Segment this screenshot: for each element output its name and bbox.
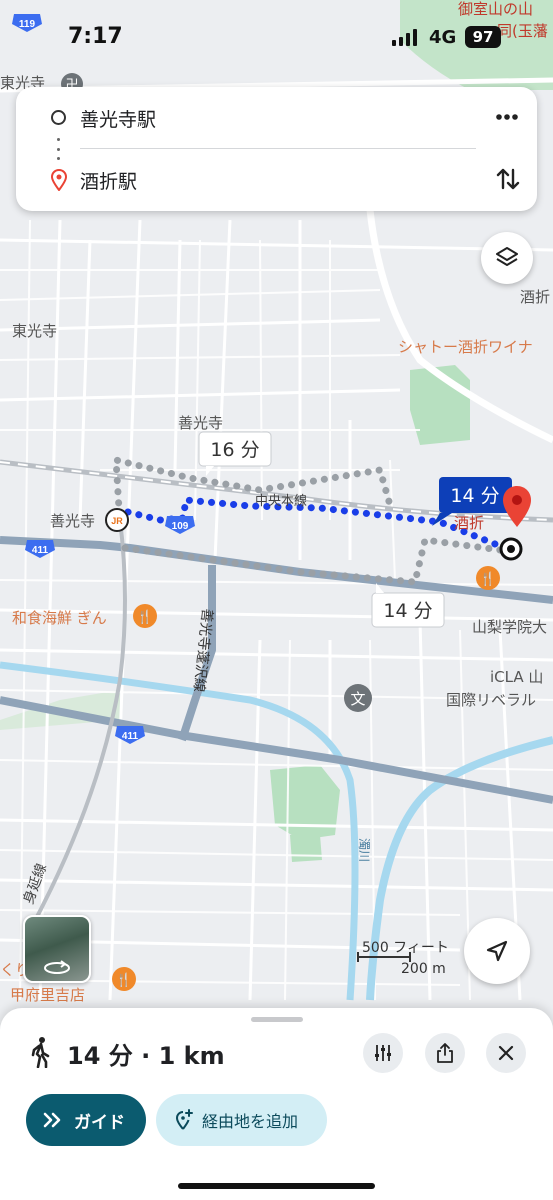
street-view-rotate-icon — [44, 960, 70, 974]
street-view-thumbnail[interactable] — [23, 915, 91, 983]
layers-button[interactable] — [481, 232, 533, 284]
map-label-river: 濁川 — [357, 838, 371, 862]
layers-icon — [496, 247, 518, 266]
scale-meters: 200 m — [401, 961, 446, 977]
map-label-chateau: シャトー酒折ワイナ — [398, 338, 533, 356]
status-bar: 7:17 4G 97 — [0, 0, 553, 74]
guide-button[interactable]: ガイド — [26, 1094, 146, 1146]
restaurant-icon[interactable]: 🍴 — [112, 967, 136, 991]
close-icon — [498, 1045, 514, 1061]
map-label-kokusai: 国際リベラル — [446, 691, 536, 709]
map-label-kofu-satoyoshi: 甲府里吉店 — [10, 986, 85, 1004]
double-chevron-icon — [43, 1112, 61, 1128]
home-indicator — [178, 1183, 375, 1189]
restaurant-icon[interactable]: 🍴 — [476, 566, 500, 590]
map-label-washoku: 和食海鮮 ぎん — [12, 609, 107, 627]
share-icon — [437, 1043, 453, 1063]
svg-text:🍴: 🍴 — [137, 609, 153, 625]
cellular-signal-icon — [392, 28, 417, 46]
map-label-toukouji: 東光寺 — [12, 322, 57, 340]
route-options-button[interactable] — [363, 1033, 403, 1073]
add-waypoint-button[interactable]: 経由地を追加 — [156, 1094, 327, 1146]
divider — [80, 148, 476, 149]
scale-bar — [357, 952, 411, 962]
sheet-grabber[interactable] — [251, 1017, 303, 1022]
battery-indicator: 97 — [465, 26, 501, 48]
svg-text:109: 109 — [172, 521, 189, 532]
add-location-icon — [175, 1109, 193, 1130]
walking-icon — [31, 1037, 50, 1068]
map-label-zenkoji: 善光寺 — [178, 414, 223, 432]
restaurant-icon[interactable]: 🍴 — [133, 604, 157, 628]
route-summary: 14 分 · 1 km — [67, 1042, 225, 1070]
destination-pin-icon — [50, 169, 68, 191]
destination-field[interactable]: 酒折駅 — [80, 167, 137, 194]
school-icon[interactable]: 文 — [344, 684, 372, 712]
scale-feet: 500 フィート — [362, 940, 449, 956]
svg-text:文: 文 — [350, 690, 365, 708]
map-label-zenkoji-station: 善光寺 — [50, 512, 95, 530]
svg-text:14 分: 14 分 — [450, 485, 499, 507]
svg-text:JR: JR — [111, 516, 123, 526]
map-label-sakaori-station: 酒折 — [454, 514, 484, 532]
sliders-icon — [375, 1045, 391, 1061]
map-label-icla: iCLA 山 — [490, 668, 543, 686]
route-connector-icon — [57, 138, 60, 160]
close-button[interactable] — [486, 1033, 526, 1073]
svg-text:🍴: 🍴 — [116, 972, 132, 988]
end-point-icon — [499, 537, 523, 561]
status-time: 7:17 — [68, 24, 123, 49]
more-options-icon[interactable] — [490, 104, 524, 130]
navigation-arrow-icon — [486, 940, 508, 962]
swap-icon[interactable] — [492, 163, 524, 195]
share-button[interactable] — [425, 1033, 465, 1073]
station-jr-icon[interactable]: JR — [105, 508, 129, 532]
add-waypoint-label: 経由地を追加 — [202, 1112, 299, 1131]
origin-field[interactable]: 善光寺駅 — [80, 105, 156, 132]
map-label-chuo-line: 中央本線 — [255, 493, 307, 509]
svg-text:🍴: 🍴 — [480, 571, 496, 587]
svg-text:411: 411 — [122, 731, 139, 742]
svg-text:16 分: 16 分 — [210, 439, 259, 461]
map-label-yamanashi-gakuin: 山梨学院大 — [472, 618, 547, 636]
route-bottom-sheet[interactable]: 14 分 · 1 km ガイド 経由地を追加 — [0, 1008, 553, 1200]
svg-text:411: 411 — [32, 545, 49, 556]
map-label-sakaori: 酒折 — [520, 288, 550, 306]
route-card: 善光寺駅 酒折駅 — [16, 87, 537, 211]
origin-circle-icon — [51, 110, 66, 125]
svg-text:14 分: 14 分 — [383, 600, 432, 622]
my-location-button[interactable] — [464, 918, 530, 984]
map-scale: 500 フィート 200 m — [355, 937, 455, 981]
network-type: 4G — [429, 27, 457, 48]
guide-label: ガイド — [74, 1112, 125, 1133]
